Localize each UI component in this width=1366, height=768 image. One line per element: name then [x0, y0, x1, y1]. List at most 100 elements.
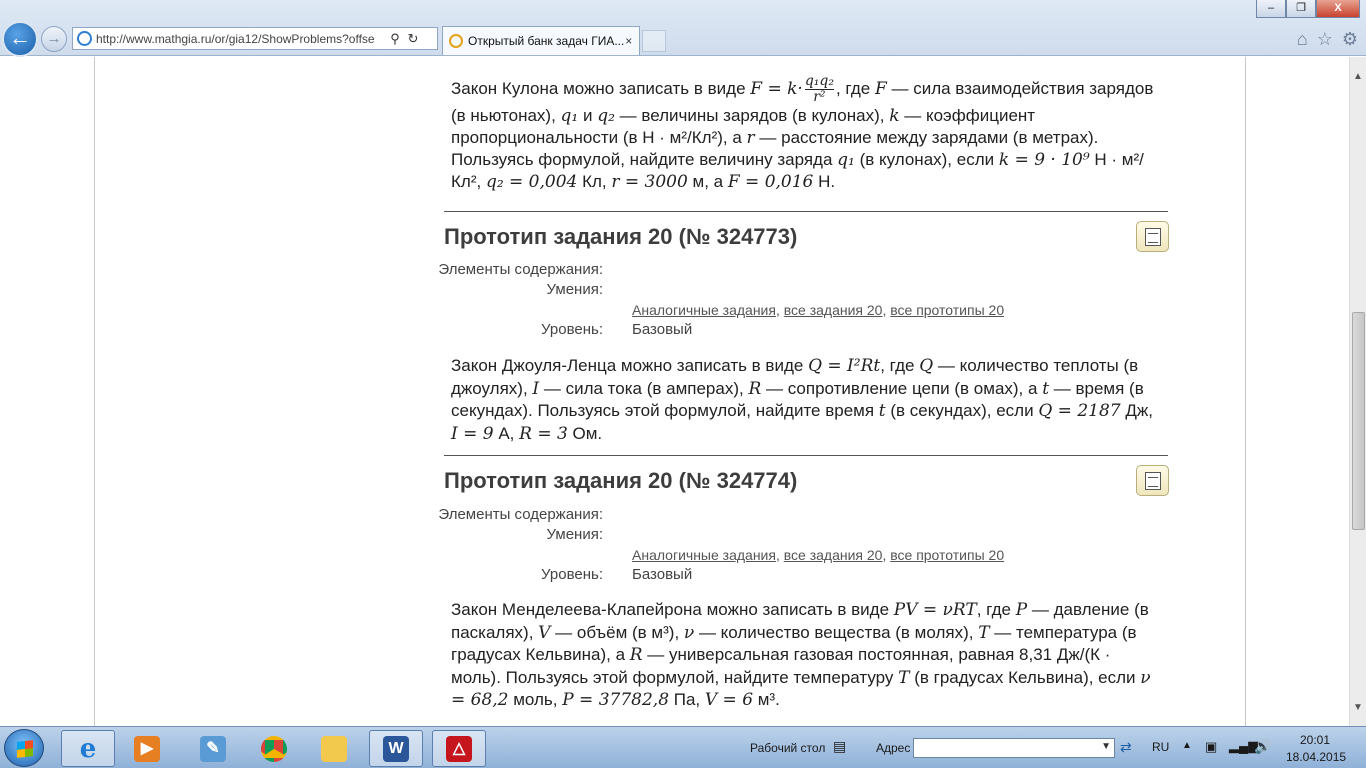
- dropdown-arrow-icon[interactable]: ▼: [1101, 741, 1111, 752]
- desktop-toolbar-icon[interactable]: ▤: [833, 738, 846, 755]
- clock-time[interactable]: 20:01: [1300, 733, 1330, 747]
- text-segment: А,: [493, 423, 520, 443]
- var-Q: Q: [919, 356, 934, 376]
- text-segment: — количество вещества (в молях),: [694, 622, 979, 642]
- text-segment: (в кулонах), если: [854, 150, 999, 169]
- text-segment: , где: [835, 79, 875, 98]
- url-text[interactable]: http://www.mathgia.ru/or/gia12/ShowProbl…: [96, 32, 386, 46]
- back-button[interactable]: ←: [2, 21, 38, 57]
- paint-icon: ✎: [200, 735, 226, 762]
- close-window-button[interactable]: X: [1316, 0, 1360, 18]
- text-segment: , где: [880, 356, 920, 375]
- notes-button[interactable]: [1136, 221, 1169, 252]
- scroll-up-arrow-icon[interactable]: ▲: [1353, 71, 1363, 82]
- search-icon[interactable]: ⚲: [386, 31, 404, 47]
- notepad-icon: [1144, 227, 1161, 246]
- problem-text-joule: Закон Джоуля-Ленца можно записать в виде…: [451, 355, 1156, 445]
- label-elements: Элементы содержания:: [438, 261, 603, 278]
- var-q1: q₁: [837, 150, 855, 170]
- link-similar-tasks[interactable]: Аналогичные задания: [632, 547, 776, 563]
- link-all-tasks[interactable]: все задания 20: [784, 547, 883, 563]
- var-t: t: [1042, 378, 1050, 399]
- link-all-tasks[interactable]: все задания 20: [784, 302, 883, 318]
- var-P: P: [1015, 600, 1028, 620]
- taskbar-ie[interactable]: e: [61, 730, 115, 767]
- problem-text-coulomb: Закон Кулона можно записать в виде F = k…: [451, 74, 1156, 193]
- fraction-denominator: r²: [813, 89, 826, 105]
- text-segment: , где: [976, 600, 1016, 619]
- var-q2: q₂: [597, 106, 615, 126]
- prototype-heading: Прототип задания 20 (№ 324774): [444, 468, 798, 493]
- formula-F: F = 0,016: [727, 172, 814, 192]
- go-arrows-icon[interactable]: ⇄: [1120, 739, 1132, 756]
- formula-P: P = 37782,8: [562, 690, 670, 710]
- media-player-icon: ▶: [134, 735, 160, 762]
- var-R: R: [748, 378, 762, 399]
- separator: [444, 455, 1168, 456]
- scrollbar-thumb[interactable]: [1352, 312, 1365, 530]
- text-segment: — величины зарядов (в кулонах),: [614, 106, 890, 125]
- address-bar[interactable]: http://www.mathgia.ru/or/gia12/ShowProbl…: [72, 27, 438, 50]
- formula-r: r = 3000: [611, 172, 688, 192]
- volume-icon[interactable]: 🔊: [1254, 738, 1271, 755]
- var-V: V: [538, 622, 551, 643]
- text-segment: — сила тока (в амперах),: [539, 378, 749, 398]
- tab-close-button[interactable]: ×: [625, 34, 639, 48]
- forward-button[interactable]: →: [41, 26, 67, 52]
- taskbar-word[interactable]: W: [369, 730, 423, 767]
- taskbar-address-input[interactable]: ▼: [913, 738, 1115, 758]
- maximize-button[interactable]: ❐: [1286, 0, 1316, 18]
- tray-expand-icon[interactable]: ▲: [1182, 740, 1192, 751]
- fraction: q₁q₂ r²: [804, 74, 834, 105]
- folder-icon: [321, 735, 347, 762]
- taskbar-explorer[interactable]: [307, 730, 361, 767]
- problem-text-mendeleev: Закон Менделеева-Клапейрона можно записа…: [451, 599, 1156, 712]
- scroll-down-arrow-icon[interactable]: ▼: [1353, 702, 1363, 713]
- link-similar-tasks[interactable]: Аналогичные задания: [632, 302, 776, 318]
- label-level: Уровень:: [541, 566, 603, 583]
- text-segment: Па,: [669, 690, 705, 709]
- vertical-scrollbar[interactable]: ▲ ▼: [1349, 57, 1366, 726]
- notes-button[interactable]: [1136, 465, 1169, 496]
- text-segment: — объём (в м³),: [550, 622, 684, 642]
- formula-ideal-gas: PV = νRT: [893, 600, 977, 620]
- refresh-icon[interactable]: ↻: [404, 31, 422, 47]
- link-all-prototypes[interactable]: все прототипы 20: [890, 547, 1004, 563]
- address-label: Адрес: [876, 741, 911, 755]
- text-segment: (в градусах Кельвина), если: [909, 667, 1141, 687]
- text-segment: Закон Менделеева-Клапейрона можно записа…: [451, 600, 894, 619]
- start-button[interactable]: [4, 729, 44, 767]
- text-segment: Закон Кулона можно записать в виде: [451, 79, 751, 98]
- var-T: T: [978, 622, 990, 643]
- new-tab-button[interactable]: [642, 30, 666, 52]
- device-icon[interactable]: ▣: [1205, 739, 1217, 755]
- var-nu: ν: [683, 622, 695, 643]
- window-controls: – ❐ X: [1256, 0, 1360, 18]
- link-all-prototypes[interactable]: все прототипы 20: [890, 302, 1004, 318]
- minimize-button[interactable]: –: [1256, 0, 1286, 18]
- settings-gear-icon[interactable]: ⚙: [1342, 29, 1358, 49]
- notepad-icon: [1144, 471, 1161, 490]
- taskbar-paint[interactable]: ✎: [186, 730, 240, 767]
- favorites-star-icon[interactable]: ☆: [1317, 29, 1333, 49]
- language-indicator[interactable]: RU: [1152, 740, 1169, 754]
- text-segment: м, а: [687, 172, 728, 191]
- site-favicon-icon: [77, 31, 92, 46]
- taskbar-acrobat[interactable]: △: [432, 730, 486, 767]
- taskbar-media-player[interactable]: ▶: [120, 730, 174, 767]
- home-icon[interactable]: ⌂: [1297, 29, 1308, 49]
- word-icon: W: [383, 735, 409, 762]
- label-skills: Умения:: [546, 281, 603, 298]
- desktop-label[interactable]: Рабочий стол: [750, 741, 825, 755]
- internet-explorer-icon: e: [79, 733, 97, 764]
- var-R: R: [629, 645, 643, 665]
- tab-label: Открытый банк задач ГИА...: [468, 34, 625, 48]
- clock-date[interactable]: 18.04.2015: [1286, 750, 1346, 764]
- taskbar-chrome[interactable]: [247, 730, 301, 767]
- formula-k: k = 9 · 10⁹: [998, 150, 1090, 170]
- browser-tab[interactable]: Открытый банк задач ГИА... ×: [442, 26, 640, 55]
- text-segment: Дж,: [1120, 401, 1153, 420]
- var-F: F: [874, 79, 887, 99]
- page-content: Закон Кулона можно записать в виде F = k…: [0, 57, 1349, 726]
- formula-I: I = 9: [451, 423, 494, 444]
